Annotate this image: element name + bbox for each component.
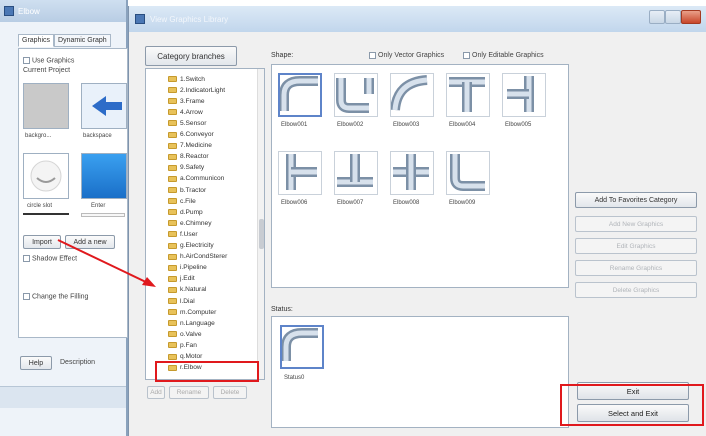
red-arrow-icon [57, 239, 156, 287]
